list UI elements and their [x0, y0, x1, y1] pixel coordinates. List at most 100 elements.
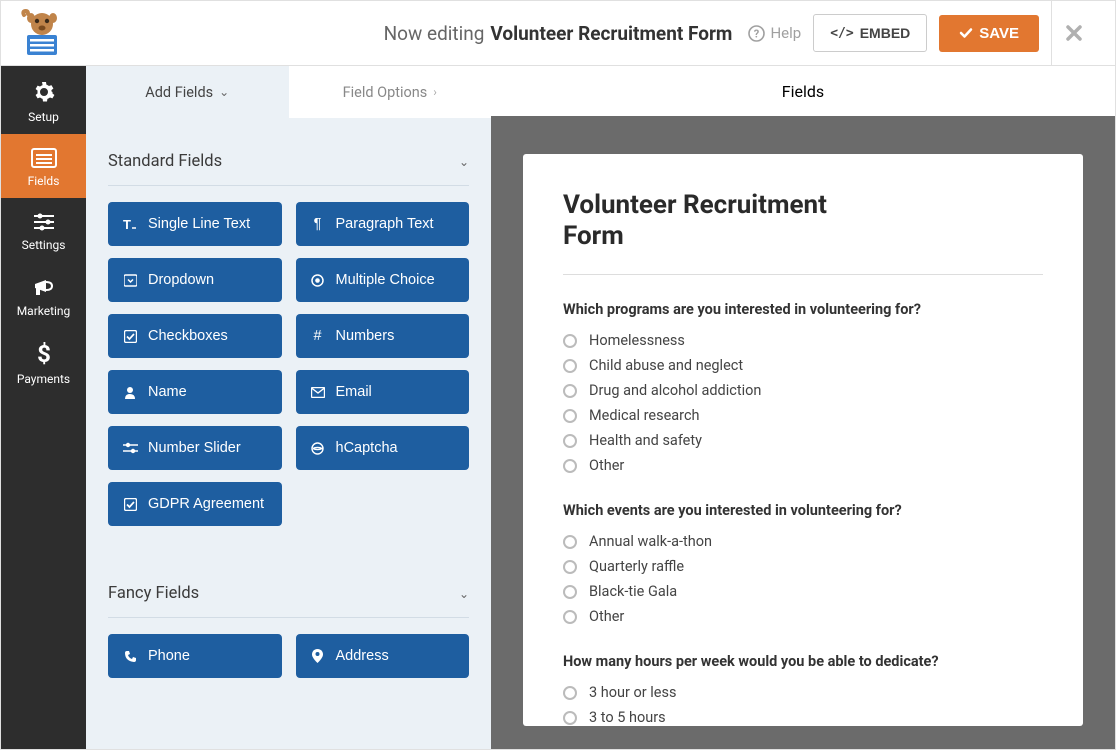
radio-option[interactable]: Black-tie Gala	[563, 583, 1043, 600]
save-button[interactable]: SAVE	[939, 15, 1039, 52]
leftnav-item-payments[interactable]: $ Payments	[1, 328, 86, 396]
leftnav-item-fields[interactable]: Fields	[1, 134, 86, 198]
field-label: GDPR Agreement	[148, 496, 264, 512]
field-label: Checkboxes	[148, 328, 228, 344]
check-icon	[959, 26, 973, 40]
section-title: Fancy Fields	[108, 584, 199, 603]
radio-option[interactable]: Medical research	[563, 407, 1043, 424]
leftnav-item-setup[interactable]: Setup	[1, 66, 86, 134]
question-label: Which events are you interested in volun…	[563, 502, 1043, 519]
field-number-slider[interactable]: Number Slider	[108, 426, 282, 470]
radio-option[interactable]: Child abuse and neglect	[563, 357, 1043, 374]
svg-text:$: $	[37, 342, 51, 366]
embed-button[interactable]: </> EMBED	[813, 14, 927, 52]
leftnav-label: Marketing	[17, 304, 71, 318]
topbar: Now editing Volunteer Recruitment Form ?…	[1, 1, 1115, 66]
field-phone[interactable]: Phone	[108, 634, 282, 678]
radio-option[interactable]: Other	[563, 457, 1043, 474]
fields-sidebar: Add Fields ⌄ Field Options › Standard Fi…	[86, 66, 491, 749]
field-label: hCaptcha	[336, 440, 398, 456]
single-line-text-icon: T	[122, 217, 138, 231]
chevron-right-icon: ›	[433, 85, 437, 99]
field-grid: Phone Address	[108, 634, 469, 678]
form-name: Volunteer Recruitment Form	[490, 22, 732, 45]
leftnav-item-marketing[interactable]: Marketing	[1, 262, 86, 328]
field-checkboxes[interactable]: Checkboxes	[108, 314, 282, 358]
option-label: Drug and alcohol addiction	[589, 382, 761, 399]
question-label: How many hours per week would you be abl…	[563, 653, 1043, 670]
section-title: Standard Fields	[108, 152, 222, 171]
field-hcaptcha[interactable]: hCaptcha	[296, 426, 470, 470]
field-label: Paragraph Text	[336, 216, 434, 232]
radio-icon	[563, 610, 577, 624]
chevron-down-icon: ⌄	[459, 155, 469, 169]
question-label: Which programs are you interested in vol…	[563, 301, 1043, 318]
gdpr-icon	[122, 498, 138, 511]
radio-option[interactable]: Homelessness	[563, 332, 1043, 349]
help-link[interactable]: ? Help	[748, 24, 801, 42]
radio-icon	[563, 686, 577, 700]
field-dropdown[interactable]: Dropdown	[108, 258, 282, 302]
field-email[interactable]: Email	[296, 370, 470, 414]
field-gdpr-agreement[interactable]: GDPR Agreement	[108, 482, 282, 526]
question-block[interactable]: How many hours per week would you be abl…	[563, 653, 1043, 726]
field-grid: TSingle Line Text ¶ Paragraph Text Dropdown…	[108, 202, 469, 526]
field-multiple-choice[interactable]: Multiple Choice	[296, 258, 470, 302]
question-block[interactable]: Which events are you interested in volun…	[563, 502, 1043, 625]
setup-icon	[32, 80, 56, 104]
section: Standard Fields ⌄ TSingle Line Text ¶ Paragr…	[86, 118, 491, 526]
form-title: Volunteer Recruitment Form	[563, 190, 883, 252]
radio-option[interactable]: 3 to 5 hours	[563, 709, 1043, 726]
field-numbers[interactable]: #Numbers	[296, 314, 470, 358]
question-block[interactable]: Which programs are you interested in vol…	[563, 301, 1043, 474]
field-label: Multiple Choice	[336, 272, 435, 288]
radio-option[interactable]: Annual walk-a-thon	[563, 533, 1043, 550]
section-header[interactable]: Standard Fields ⌄	[108, 140, 469, 186]
leftnav-label: Payments	[17, 372, 70, 386]
preview-col: Fields Volunteer Recruitment Form Which …	[491, 66, 1115, 749]
fields-scroll[interactable]: Standard Fields ⌄ TSingle Line Text ¶ Paragr…	[86, 118, 491, 749]
field-paragraph-text[interactable]: ¶ Paragraph Text	[296, 202, 470, 246]
save-label: SAVE	[979, 25, 1019, 42]
panels-header: Fields	[491, 66, 1115, 116]
phone-icon	[122, 650, 138, 663]
topbar-right: ? Help </> EMBED SAVE	[748, 14, 1039, 52]
option-label: Black-tie Gala	[589, 583, 677, 600]
option-label: Homelessness	[589, 332, 685, 349]
main: Setup Fields Settings Marketing $ Payments Ad…	[1, 66, 1115, 749]
payments-icon: $	[36, 342, 52, 366]
radio-option[interactable]: 3 hour or less	[563, 684, 1043, 701]
field-name[interactable]: Name	[108, 370, 282, 414]
settings-icon	[32, 212, 56, 232]
radio-option[interactable]: Drug and alcohol addiction	[563, 382, 1043, 399]
close-button[interactable]	[1051, 1, 1095, 66]
tab-add-fields-label: Add Fields	[145, 84, 213, 101]
svg-text:?: ?	[754, 27, 760, 40]
field-address[interactable]: Address	[296, 634, 470, 678]
field-single-line-text[interactable]: TSingle Line Text	[108, 202, 282, 246]
address-icon	[310, 649, 326, 663]
tab-field-options[interactable]: Field Options ›	[289, 66, 492, 118]
preview-canvas[interactable]: Volunteer Recruitment Form Which program…	[491, 116, 1115, 749]
radio-icon	[563, 334, 577, 348]
radio-option[interactable]: Other	[563, 608, 1043, 625]
leftnav-label: Fields	[28, 174, 60, 188]
leftnav: Setup Fields Settings Marketing $ Payments	[1, 66, 86, 749]
leftnav-item-settings[interactable]: Settings	[1, 198, 86, 262]
field-label: Numbers	[336, 328, 395, 344]
tab-add-fields[interactable]: Add Fields ⌄	[86, 66, 289, 118]
svg-text:T: T	[123, 217, 131, 231]
radio-option[interactable]: Quarterly raffle	[563, 558, 1043, 575]
paragraph-text-icon: ¶	[310, 216, 326, 232]
now-editing-label: Now editing	[384, 22, 485, 45]
fields-icon	[31, 148, 57, 168]
help-label: Help	[770, 24, 801, 42]
app-root: Now editing Volunteer Recruitment Form ?…	[0, 0, 1116, 750]
section-header[interactable]: Fancy Fields⌄	[108, 572, 469, 618]
radio-icon	[563, 459, 577, 473]
option-label: Other	[589, 457, 624, 474]
radio-option[interactable]: Health and safety	[563, 432, 1043, 449]
form-page: Volunteer Recruitment Form Which program…	[523, 154, 1083, 726]
option-label: Medical research	[589, 407, 700, 424]
hcaptcha-icon	[310, 442, 326, 455]
